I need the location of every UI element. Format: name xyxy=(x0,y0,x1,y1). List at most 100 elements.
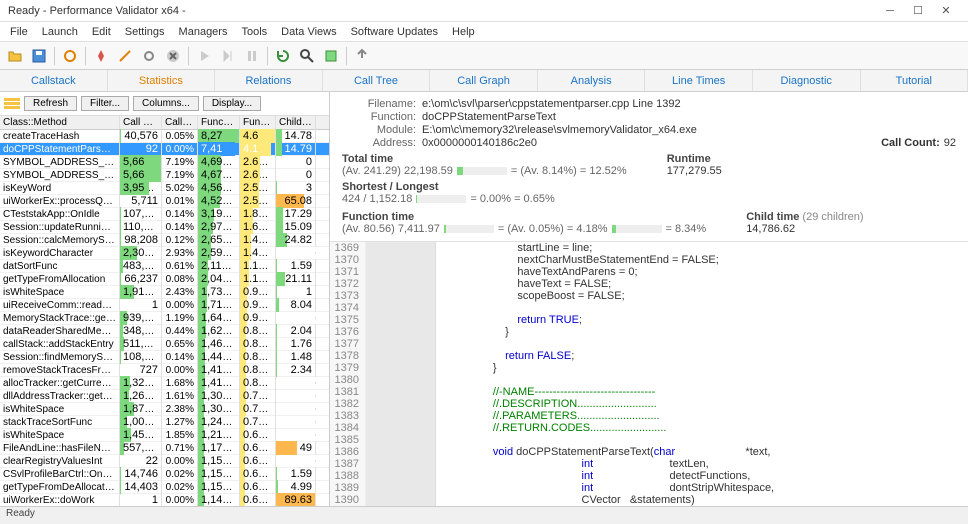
label-module: Module: xyxy=(342,124,422,136)
menu-settings[interactable]: Settings xyxy=(119,24,171,40)
col-function[interactable]: Function xyxy=(198,116,240,129)
col-callpct[interactable]: Call Cou... xyxy=(162,116,198,129)
table-row[interactable]: allocTracker::getCurrentCount1,326,1801.… xyxy=(0,377,329,390)
menu-tools[interactable]: Tools xyxy=(235,24,273,40)
code-line: 1387 int textLen, xyxy=(330,458,968,470)
tab-relations[interactable]: Relations xyxy=(215,70,323,91)
wand-icon[interactable] xyxy=(114,45,136,67)
col-funcpct[interactable]: Functio... xyxy=(240,116,276,129)
minimize-button[interactable]: ─ xyxy=(876,2,904,20)
table-row[interactable]: stackTraceSortFunc1,001,7901.27%1,244.41… xyxy=(0,416,329,429)
filter-button[interactable]: Filter... xyxy=(81,96,129,111)
val-runtime: 177,279.55 xyxy=(667,165,722,177)
val-shortest-pct: = 0.00% = 0.65% xyxy=(470,193,554,205)
rocket-icon[interactable] xyxy=(90,45,112,67)
col-callcount[interactable]: Call Count xyxy=(120,116,162,129)
tab-call-graph[interactable]: Call Graph xyxy=(430,70,538,91)
stop-icon[interactable] xyxy=(162,45,184,67)
code-line: 1382 //.DESCRIPTION.....................… xyxy=(330,398,968,410)
stats-grid[interactable]: Class::Method Call Count Call Cou... Fun… xyxy=(0,116,329,506)
menu-managers[interactable]: Managers xyxy=(173,24,234,40)
step-icon[interactable] xyxy=(217,45,239,67)
val-func-avg: (Av. 80.56) 7,411.97 xyxy=(342,223,440,235)
col-children[interactable]: Children xyxy=(276,116,316,129)
code-line: 1383 //.PARAMETERS......................… xyxy=(330,410,968,422)
tab-statistics[interactable]: Statistics xyxy=(108,70,216,91)
window-title: Ready - Performance Validator x64 - xyxy=(8,5,876,17)
maximize-button[interactable]: ☐ xyxy=(904,2,932,20)
detail-panel: Filename:e:\om\c\svl\parser\cppstatement… xyxy=(330,92,968,506)
refresh-button[interactable]: Refresh xyxy=(24,96,77,111)
bookmark-icon[interactable] xyxy=(320,45,342,67)
val-func-rel: = 8.34% xyxy=(666,223,707,235)
val-function: doCPPStatementParseText xyxy=(422,111,556,123)
close-button[interactable]: ✕ xyxy=(932,2,960,20)
search-icon[interactable] xyxy=(296,45,318,67)
col-method[interactable]: Class::Method xyxy=(0,116,120,129)
code-line: 1384 //.RETURN.CODES....................… xyxy=(330,422,968,434)
val-module: E:\om\c\memory32\release\svlmemoryValida… xyxy=(422,124,697,136)
columns-button[interactable]: Columns... xyxy=(133,96,199,111)
reset-icon[interactable] xyxy=(59,45,81,67)
table-row[interactable]: FileAndLine::hasFileName557,3300.71%1,17… xyxy=(0,442,329,455)
tab-line-times[interactable]: Line Times xyxy=(645,70,753,91)
tab-diagnostic[interactable]: Diagnostic xyxy=(753,70,861,91)
val-child-note: (29 children) xyxy=(802,211,863,223)
val-total-avg: (Av. 241.29) 22,198.59 xyxy=(342,165,453,177)
val-callcount: 92 xyxy=(944,137,956,149)
tab-tutorial[interactable]: Tutorial xyxy=(861,70,968,91)
val-shortest: 424 / 1,152.18 xyxy=(342,193,412,205)
code-line: 1377 xyxy=(330,338,968,350)
code-line: 1375 return TRUE; xyxy=(330,314,968,326)
grid-toolbar: Refresh Filter... Columns... Display... xyxy=(0,92,329,116)
menu-help[interactable]: Help xyxy=(446,24,481,40)
label-totaltime: Total time xyxy=(342,153,627,165)
statusbar: Ready xyxy=(0,506,968,524)
attach-icon[interactable] xyxy=(138,45,160,67)
titlebar: Ready - Performance Validator x64 - ─ ☐ … xyxy=(0,0,968,22)
menu-edit[interactable]: Edit xyxy=(86,24,117,40)
code-line: 1376 } xyxy=(330,326,968,338)
tab-call-tree[interactable]: Call Tree xyxy=(323,70,431,91)
source-view[interactable]: 1369 startLine = line;1370 nextCharMustB… xyxy=(330,242,968,506)
label-filename: Filename: xyxy=(342,98,422,110)
label-callcount: Call Count: xyxy=(881,137,940,149)
val-total-avpct: = (Av. 8.14%) = 12.52% xyxy=(511,165,627,177)
code-line: 1370 nextCharMustBeStatementEnd = FALSE; xyxy=(330,254,968,266)
grid-header[interactable]: Class::Method Call Count Call Cou... Fun… xyxy=(0,116,329,130)
tab-analysis[interactable]: Analysis xyxy=(538,70,646,91)
code-line: 1374 xyxy=(330,302,968,314)
table-row[interactable]: uiWorkerEx::doWork10.00%1,144.290.65%89.… xyxy=(0,494,329,506)
menu-data-views[interactable]: Data Views xyxy=(275,24,342,40)
label-childtime: Child time xyxy=(746,211,799,223)
play-icon[interactable] xyxy=(193,45,215,67)
label-functime: Function time xyxy=(342,211,706,223)
menu-software-updates[interactable]: Software Updates xyxy=(345,24,444,40)
code-line: 1385 xyxy=(330,434,968,446)
label-runtime: Runtime xyxy=(667,153,722,165)
table-row[interactable]: dllAddressTracker::getLoadAd...1,267,178… xyxy=(0,390,329,403)
table-row[interactable]: uiReceiveComm::readDataFro...10.00%1,717… xyxy=(0,299,329,312)
refresh-icon[interactable] xyxy=(272,45,294,67)
code-line: 1381 //-NAME----------------------------… xyxy=(330,386,968,398)
code-line: 1378 return FALSE; xyxy=(330,350,968,362)
pause-icon[interactable] xyxy=(241,45,263,67)
open-icon[interactable] xyxy=(4,45,26,67)
function-info: Filename:e:\om\c\svl\parser\cppstatement… xyxy=(330,92,968,242)
val-childtime: 14,786.62 xyxy=(746,223,863,235)
tab-callstack[interactable]: Callstack xyxy=(0,70,108,91)
table-row[interactable]: isWhiteSpace1,873,0182.38%1,303.780.74% xyxy=(0,403,329,416)
save-icon[interactable] xyxy=(28,45,50,67)
menu-file[interactable]: File xyxy=(4,24,34,40)
table-row[interactable]: Session::calcMemoryStats98,2080.12%2,650… xyxy=(0,234,329,247)
code-line: 1389 int dontStripWhitespace, xyxy=(330,482,968,494)
menu-launch[interactable]: Launch xyxy=(36,24,84,40)
display-button[interactable]: Display... xyxy=(203,96,261,111)
code-line: 1369 startLine = line; xyxy=(330,242,968,254)
export-icon[interactable] xyxy=(351,45,373,67)
code-line: 1379 } xyxy=(330,362,968,374)
toolbar xyxy=(0,42,968,70)
code-line: 1390 CVector &statements) xyxy=(330,494,968,506)
val-address: 0x0000000140186c2e0 xyxy=(422,137,537,149)
table-row[interactable]: removeStackTracesFromUI7270.00%1,415.730… xyxy=(0,364,329,377)
